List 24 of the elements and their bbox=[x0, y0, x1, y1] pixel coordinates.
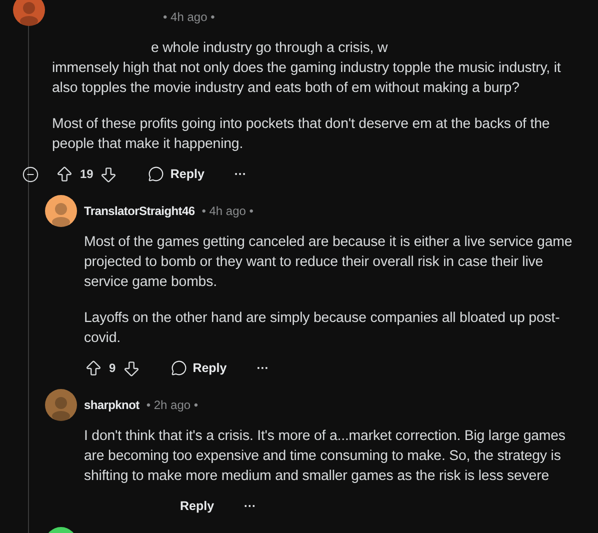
timestamp: • 2h ago • bbox=[146, 398, 198, 412]
comment-text: Layoffs on the other hand are simply because companies all bloated up post- covid. bbox=[84, 309, 561, 348]
reply-button[interactable]: Reply bbox=[140, 162, 212, 186]
collapse-button[interactable] bbox=[20, 166, 41, 182]
comment-icon bbox=[148, 166, 164, 182]
comment-text: I don't think that it's a crisis. It's more of a...market correction. Big large games are becoming too expensive and time consuming to make. So, the strategy is shifting to make more medium and smaller games as the risk is less severe bbox=[84, 427, 566, 486]
user-avatar[interactable] bbox=[13, 0, 45, 26]
more-button[interactable]: ··· bbox=[226, 163, 254, 185]
comment-text: Most of the games getting canceled are because it is either a live service game projected to bomb or they want to reduce their overall risk in case their live service game bombs. bbox=[84, 233, 574, 292]
reply-button[interactable]: Reply bbox=[162, 356, 235, 380]
vote-count: 19 bbox=[80, 167, 94, 181]
reply-button[interactable]: Reply bbox=[172, 495, 222, 517]
timestamp: • 4h ago • bbox=[163, 10, 215, 24]
user-avatar[interactable] bbox=[45, 389, 77, 421]
more-button[interactable]: ··· bbox=[248, 357, 277, 379]
comment-icon bbox=[170, 360, 187, 376]
vote-count: 9 bbox=[109, 361, 116, 375]
user-avatar[interactable] bbox=[45, 195, 77, 227]
comment-text: e whole industry go through a crisis, w immensely high that not only does the gaming industry topple the music industry, it also topples the movie industry and eats both of em without making a burp? bbox=[52, 39, 562, 98]
username[interactable]: sharpknot bbox=[84, 398, 140, 412]
username[interactable]: TranslatorStraight46 bbox=[84, 204, 195, 218]
more-button[interactable]: ··· bbox=[236, 495, 264, 517]
comment-text: Most of these profits going into pockets that don't deserve em at the backs of the people that make it happening. bbox=[52, 115, 551, 154]
timestamp: • 4h ago • bbox=[202, 204, 254, 218]
